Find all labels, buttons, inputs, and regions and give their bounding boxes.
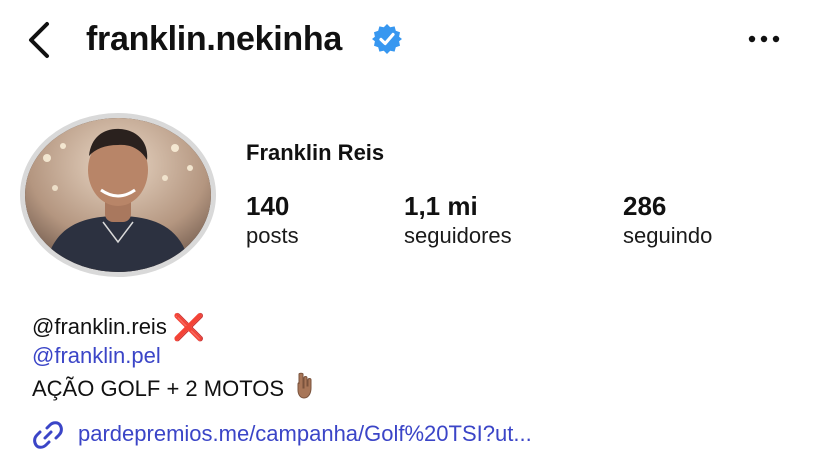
back-button[interactable] bbox=[22, 20, 58, 60]
bio-handle-line: @franklin.reis ❌ bbox=[32, 312, 205, 342]
posts-stat[interactable]: 140 posts bbox=[246, 190, 299, 250]
followers-count: 1,1 mi bbox=[404, 191, 478, 221]
posts-count: 140 bbox=[246, 191, 290, 221]
followers-stat[interactable]: 1,1 mi seguidores bbox=[404, 190, 512, 250]
following-label: seguindo bbox=[623, 223, 713, 248]
following-stat[interactable]: 286 seguindo bbox=[623, 190, 712, 250]
chevron-left-icon bbox=[29, 22, 49, 58]
avatar-photo bbox=[25, 118, 211, 272]
link-icon bbox=[33, 421, 63, 449]
bio-handle: @franklin.reis bbox=[32, 314, 167, 339]
followers-label: seguidores bbox=[404, 223, 512, 248]
following-count: 286 bbox=[623, 191, 667, 221]
more-horizontal-icon bbox=[748, 35, 780, 43]
verified-badge-icon bbox=[372, 24, 402, 54]
profile-header: franklin.nekinha bbox=[0, 0, 828, 80]
bio-mention-link[interactable]: @franklin.pel bbox=[32, 341, 161, 371]
bio-text-line: AÇÃO GOLF + 2 MOTOS bbox=[32, 372, 316, 408]
profile-avatar[interactable] bbox=[20, 113, 216, 277]
posts-label: posts bbox=[246, 223, 299, 248]
bio-link-text: pardepremios.me/campanha/Golf%20TSI?ut..… bbox=[78, 421, 532, 446]
bio-text: AÇÃO GOLF + 2 MOTOS bbox=[32, 376, 285, 401]
username: franklin.nekinha bbox=[86, 20, 342, 58]
pointing-down-hand-icon bbox=[294, 372, 316, 408]
profile-full-name: Franklin Reis bbox=[246, 140, 385, 165]
red-x-emoji: ❌ bbox=[172, 312, 206, 342]
more-options-button[interactable] bbox=[744, 24, 784, 54]
